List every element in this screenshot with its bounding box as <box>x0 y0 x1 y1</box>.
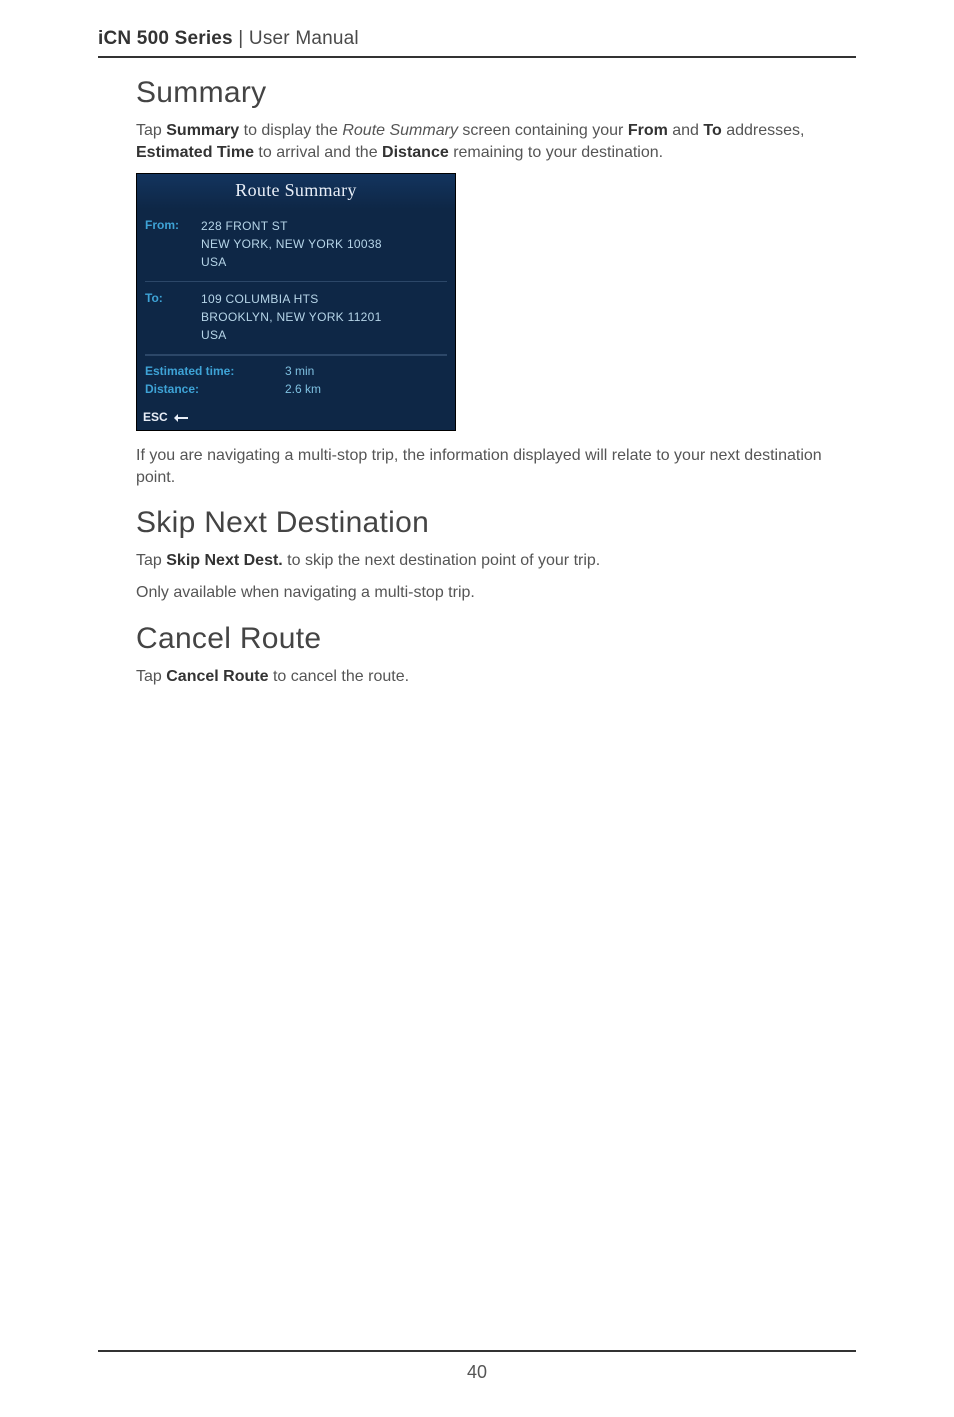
bold-from: From <box>628 122 668 139</box>
page-number: 40 <box>98 1350 856 1383</box>
esc-button[interactable]: ESC <box>137 406 455 430</box>
bold-cancel-route: Cancel Route <box>166 668 268 685</box>
address-line: USA <box>201 328 227 342</box>
doc-title: User Manual <box>249 28 359 49</box>
device-body: From: 228 FRONT ST NEW YORK, NEW YORK 10… <box>137 209 455 406</box>
summary-paragraph-2: If you are navigating a multi-stop trip,… <box>136 445 856 488</box>
bold-summary: Summary <box>166 122 239 139</box>
bold-estimated-time: Estimated Time <box>136 144 254 161</box>
cancel-paragraph-1: Tap Cancel Route to cancel the route. <box>136 666 856 688</box>
running-header: iCN 500 Series | User Manual <box>98 28 856 58</box>
section-skip-heading: Skip Next Destination <box>136 506 856 540</box>
header-sep: | <box>233 28 249 49</box>
from-value: 228 FRONT ST NEW YORK, NEW YORK 10038 US… <box>201 217 382 271</box>
estimated-time-value: 3 min <box>285 362 314 380</box>
distance-label: Distance: <box>145 380 285 398</box>
estimated-time-label: Estimated time: <box>145 362 285 380</box>
section-cancel-heading: Cancel Route <box>136 622 856 656</box>
text-fragment: to skip the next destination point of yo… <box>283 552 601 569</box>
bold-to: To <box>703 122 721 139</box>
text-fragment: and <box>668 122 704 139</box>
to-row: To: 109 COLUMBIA HTS BROOKLYN, NEW YORK … <box>145 282 447 355</box>
back-arrow-icon <box>174 412 188 422</box>
product-name: iCN 500 Series <box>98 28 233 49</box>
from-label: From: <box>145 217 201 271</box>
esc-label: ESC <box>143 410 168 424</box>
summary-paragraph-1: Tap Summary to display the Route Summary… <box>136 120 856 163</box>
address-line: 228 FRONT ST <box>201 219 288 233</box>
to-value: 109 COLUMBIA HTS BROOKLYN, NEW YORK 1120… <box>201 290 382 344</box>
address-line: 109 COLUMBIA HTS <box>201 292 319 306</box>
text-fragment: Tap <box>136 668 166 685</box>
text-fragment: Tap <box>136 552 166 569</box>
device-title: Route Summary <box>137 174 455 209</box>
estimated-time-row: Estimated time: 3 min <box>145 362 447 380</box>
bold-skip-next-dest: Skip Next Dest. <box>166 552 282 569</box>
distance-value: 2.6 km <box>285 380 321 398</box>
text-fragment: to arrival and the <box>254 144 382 161</box>
distance-row: Distance: 2.6 km <box>145 380 447 398</box>
text-fragment: Tap <box>136 122 166 139</box>
route-summary-screenshot: Route Summary From: 228 FRONT ST NEW YOR… <box>136 173 456 431</box>
address-line: NEW YORK, NEW YORK 10038 <box>201 237 382 251</box>
bold-distance: Distance <box>382 144 449 161</box>
stats-block: Estimated time: 3 min Distance: 2.6 km <box>145 355 447 402</box>
skip-paragraph-1: Tap Skip Next Dest. to skip the next des… <box>136 550 856 572</box>
text-fragment: screen containing your <box>458 122 628 139</box>
text-fragment: remaining to your destination. <box>449 144 663 161</box>
from-row: From: 228 FRONT ST NEW YORK, NEW YORK 10… <box>145 209 447 282</box>
page-footer: 40 <box>98 1350 856 1383</box>
text-fragment: to cancel the route. <box>269 668 410 685</box>
text-fragment: addresses, <box>722 122 805 139</box>
to-label: To: <box>145 290 201 344</box>
text-fragment: to display the <box>239 122 342 139</box>
skip-paragraph-2: Only available when navigating a multi-s… <box>136 582 856 604</box>
address-line: BROOKLYN, NEW YORK 11201 <box>201 310 382 324</box>
content-area: Summary Tap Summary to display the Route… <box>136 76 856 687</box>
section-summary-heading: Summary <box>136 76 856 110</box>
address-line: USA <box>201 255 227 269</box>
italic-route-summary: Route Summary <box>342 122 458 139</box>
